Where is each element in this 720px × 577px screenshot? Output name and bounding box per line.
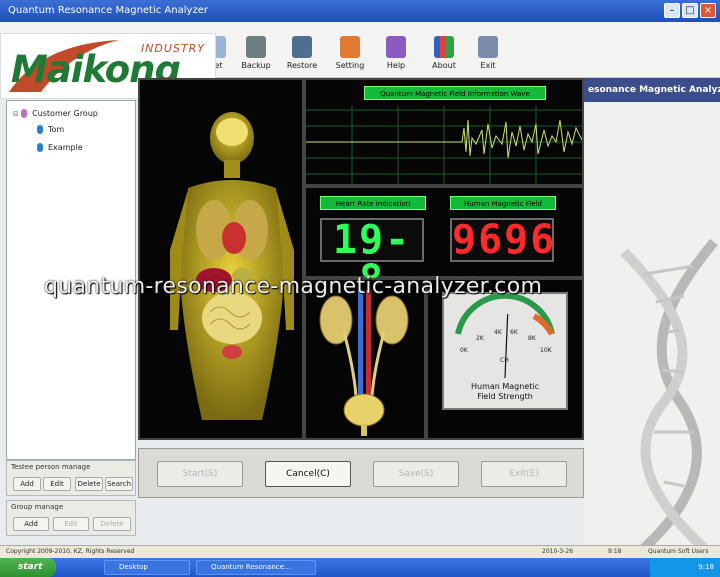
status-bar: Copyright 2009-2010, KZ, Rights Reserved… — [0, 545, 720, 558]
toolbar-label: Backup — [241, 61, 271, 70]
gauge-needle — [504, 314, 509, 379]
window-controls: – □ × — [664, 3, 716, 18]
status-time: 9:18 — [608, 548, 622, 555]
toolbar-label: Exit — [480, 61, 496, 70]
gauge-tick-label: 0K — [460, 347, 469, 354]
magnetic-intensity-display: 9696 — [450, 217, 557, 263]
gauge-tick-label: 6K — [510, 329, 519, 336]
person-icon — [37, 143, 43, 152]
taskbar-item-analyzer[interactable]: Quantum Resonance... — [196, 560, 316, 575]
tree-item-tom[interactable]: Tom — [37, 125, 64, 134]
status-date: 2010-3-26 — [542, 548, 574, 555]
taskbar-item-desktop[interactable]: Desktop — [104, 560, 190, 575]
kidney-bladder-figure — [319, 290, 409, 436]
exit-icon — [478, 36, 498, 58]
ecg-wave-graph — [306, 106, 582, 184]
app-window: Quantum Resonance Magnetic Analyzer – □ … — [0, 0, 720, 577]
gauge-tick-label: 4K — [494, 329, 503, 336]
toolbar-restore-button[interactable]: Restore — [282, 36, 322, 70]
person-search-button[interactable]: Search — [105, 477, 133, 491]
cancel-button[interactable]: Cancel(C) — [265, 461, 351, 487]
chart-icon — [434, 36, 454, 58]
gauge-center-label: CH — [500, 357, 509, 364]
backup-icon — [246, 36, 266, 58]
kidney-panel — [304, 278, 426, 440]
dna-helix-graphic — [620, 238, 718, 548]
toolbar-label: About — [432, 61, 456, 70]
right-info-panel: esonance Magnetic Analyzer — [584, 78, 720, 548]
group-add-button[interactable]: Add — [13, 517, 49, 531]
help-book-icon — [386, 36, 406, 58]
status-user: Quantum Soft Users — [648, 548, 709, 555]
start-button[interactable]: Start(S) — [157, 461, 243, 487]
toolbar-setting-button[interactable]: Setting — [330, 36, 370, 70]
gauge-tick-label: 8K — [528, 335, 537, 342]
toolbar-label: Setting — [335, 61, 365, 70]
watermark-text: quantum-resonance-magnetic-analyzer.com — [44, 274, 543, 299]
toolbar-help-button[interactable]: Help — [376, 36, 416, 70]
tree-root[interactable]: ⊟ Customer Group — [13, 109, 98, 118]
close-button[interactable]: × — [700, 3, 716, 18]
maximize-button[interactable]: □ — [682, 3, 698, 18]
title-bar: Quantum Resonance Magnetic Analyzer – □ … — [0, 0, 720, 22]
gauge-dial: 0K 2K 4K 6K 8K 10K CH — [455, 292, 555, 379]
toolbar-label: Restore — [286, 61, 318, 70]
gauge-tick-label: 10K — [540, 347, 553, 354]
indicator-panel: Heart Rate Indication Human Magnetic Fie… — [304, 186, 584, 300]
window-title: Quantum Resonance Magnetic Analyzer — [8, 5, 208, 16]
toolbar-label: Help — [386, 61, 406, 70]
person-manage-label: Testee person manage — [11, 463, 91, 471]
start-button[interactable]: start — [0, 558, 56, 577]
ecg-wave-panel: Quantum Magnetic Field Information Wave — [304, 78, 584, 186]
gear-icon — [340, 36, 360, 58]
save-button[interactable]: Save(S) — [373, 461, 459, 487]
action-button-bar: Start(S) Cancel(C) Save(S) Exit(E) — [138, 448, 584, 498]
group-edit-button[interactable]: Edit — [53, 517, 89, 531]
toolbar-about-button[interactable]: About — [424, 36, 464, 70]
gauge-caption-line2: Field Strength — [477, 392, 533, 401]
body-anatomy-panel — [138, 78, 304, 440]
group-icon — [21, 109, 28, 118]
person-icon — [37, 125, 43, 134]
gauge-tick-label: 2K — [476, 335, 485, 342]
copyright-text: Copyright 2009-2010, KZ, Rights Reserved — [6, 548, 135, 555]
person-add-button[interactable]: Add — [13, 477, 41, 491]
toolbar-exit-button[interactable]: Exit — [468, 36, 508, 70]
exit-button[interactable]: Exit(E) — [481, 461, 567, 487]
tree-item-example[interactable]: Example — [37, 143, 83, 152]
gauge-caption: Human Magnetic Field Strength — [444, 382, 566, 402]
gauge-caption-line1: Human Magnetic — [470, 382, 540, 391]
restore-icon — [292, 36, 312, 58]
person-edit-button[interactable]: Edit — [43, 477, 71, 491]
gauge-panel: 0K 2K 4K 6K 8K 10K CH Human Magnetic Fie… — [426, 278, 584, 440]
person-manage-group: Testee person manage Add Edit Delete Sea… — [6, 460, 136, 496]
magnetic-field-gauge: 0K 2K 4K 6K 8K 10K CH Human Magnetic Fie… — [442, 292, 568, 410]
taskbar: start Desktop Quantum Resonance... 9:18 — [0, 558, 720, 577]
system-tray-clock: 9:18 — [650, 558, 720, 577]
person-delete-button[interactable]: Delete — [75, 477, 103, 491]
group-delete-button[interactable]: Delete — [93, 517, 131, 531]
minimize-button[interactable]: – — [664, 3, 680, 18]
magnetic-intensity-title: Human Magnetic Field Intensity Indicatio… — [450, 196, 556, 222]
group-manage-group: Group manage Add Edit Delete — [6, 500, 136, 536]
heart-rate-display: 19-8 — [320, 218, 424, 300]
human-body-figure — [170, 112, 294, 420]
heart-rate-title: Heart Rate Indication — [320, 196, 426, 210]
group-manage-label: Group manage — [11, 503, 64, 511]
toolbar-backup-button[interactable]: Backup — [236, 36, 276, 70]
right-panel-title: esonance Magnetic Analyzer — [584, 78, 720, 102]
